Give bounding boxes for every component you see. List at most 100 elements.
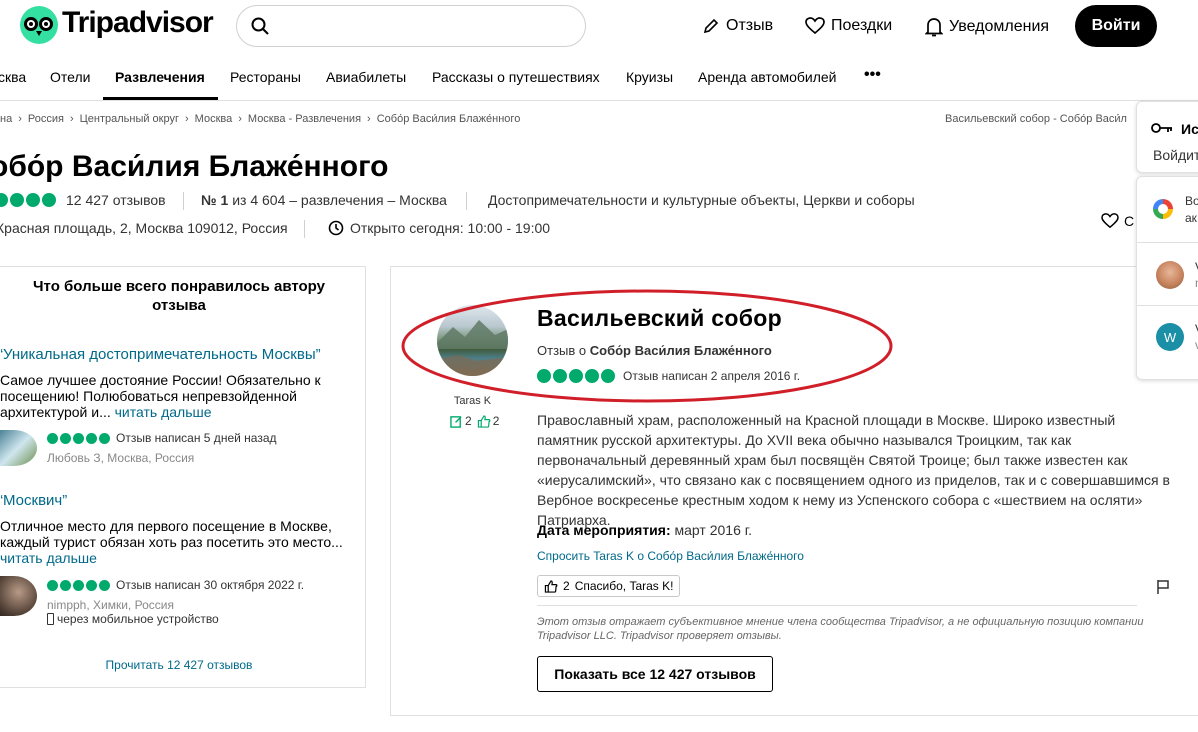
address[interactable]: Красная площадь, 2, Москва 109012, Росси… [0, 220, 288, 236]
mountain-photo-icon [437, 320, 508, 376]
reviewer-name[interactable]: Taras K [437, 395, 508, 407]
breadcrumb-item[interactable]: Москва [195, 113, 233, 125]
divider [1137, 242, 1198, 243]
breadcrumb-item[interactable]: Собо́р Васи́лия Блаже́нного [377, 113, 521, 125]
breadcrumb-right: Васильевский собор - Собо́р Васи́л [945, 113, 1127, 125]
heart-icon [805, 17, 825, 35]
google-line-1: Во [1185, 194, 1198, 208]
review-about-prefix: Отзыв о [537, 343, 587, 358]
nav-item-travel-stories[interactable]: Рассказы о путешествиях [432, 69, 600, 85]
device-text: через мобильное устройство [57, 612, 219, 626]
avatar[interactable] [0, 430, 37, 466]
chevron-right-icon: › [238, 113, 242, 125]
pencil-icon [703, 18, 719, 34]
popup-title: Ис [1181, 121, 1198, 137]
divider [1137, 305, 1198, 306]
rating-bubbles-icon [537, 369, 615, 383]
nav-item-hotels[interactable]: Отели [50, 69, 90, 85]
thanks-button[interactable]: 2 Спасибо, Taras K! [537, 575, 681, 597]
ask-reviewer-link[interactable]: Спросить Taras K о Собо́р Васи́лия Блаже… [537, 549, 804, 563]
chevron-right-icon: › [18, 113, 22, 125]
nav-item-flights[interactable]: Авиабилеты [326, 69, 406, 85]
reviewer-avatar[interactable] [437, 305, 508, 376]
reviews-count[interactable]: 12 427 отзывов [66, 192, 166, 208]
review-author[interactable]: nimpph, Химки, Россия [47, 598, 174, 612]
helpful-count: 2 [492, 414, 500, 428]
breadcrumb: на › Россия › Центральный округ › Москва › М… [0, 113, 520, 125]
account-chooser-popup: Во ак V n W V v [1136, 176, 1198, 380]
review-quote-title[interactable]: “Москвич” [0, 492, 67, 509]
trips-link[interactable]: Поездки [805, 17, 892, 35]
avatar[interactable]: W [1156, 323, 1184, 351]
clock-icon [328, 220, 344, 236]
read-more-link[interactable]: читать дальше [0, 550, 97, 566]
notifications-link[interactable]: Уведомления [925, 17, 1049, 37]
breadcrumb-item[interactable]: Москва - Развлечения [248, 113, 361, 125]
search-input[interactable] [236, 5, 586, 47]
snippet-text: Отличное место для первого посещение в М… [0, 518, 343, 550]
thanks-label: Спасибо, Taras K! [574, 579, 674, 593]
breadcrumb-item[interactable]: Центральный округ [80, 113, 179, 125]
mobile-icon [47, 613, 54, 625]
more-icon[interactable]: ••• [864, 66, 881, 84]
review-date: Отзыв написан 30 октября 2022 г. [116, 578, 305, 592]
google-line-2: ак [1185, 211, 1197, 225]
login-button[interactable]: Войти [1075, 5, 1157, 47]
breadcrumb-item[interactable]: на [0, 113, 12, 125]
divider [537, 605, 1137, 606]
write-review-link[interactable]: Отзыв [702, 17, 773, 35]
review-about-place[interactable]: Собо́р Васи́лия Блаже́нного [590, 343, 772, 358]
review-snippet: Отличное место для первого посещение в М… [0, 518, 345, 566]
show-all-reviews-button[interactable]: Показать все 12 427 отзывов [537, 656, 773, 692]
save-button[interactable]: С [1101, 213, 1134, 229]
breadcrumb-item[interactable]: Россия [28, 113, 64, 125]
page-title: обо́р Васи́лия Блаже́нного [0, 150, 389, 183]
contributions-icon [450, 415, 462, 428]
trips-label: Поездки [831, 17, 893, 34]
read-all-reviews-link[interactable]: Прочитать 12 427 отзывов [0, 658, 367, 672]
nav-item-restaurants[interactable]: Рестораны [230, 69, 301, 85]
review-quote-title[interactable]: “Уникальная достопримечательность Москвы… [0, 346, 321, 363]
hours-text: Открыто сегодня: 10:00 - 19:00 [350, 220, 551, 236]
rating-bubbles-icon [0, 193, 56, 207]
nav-item-moscow[interactable]: сква [0, 69, 26, 85]
google-signin-text[interactable]: Во ак [1185, 193, 1198, 227]
nav-item-cruises[interactable]: Круизы [626, 69, 673, 85]
nav-item-entertainment[interactable]: Развлечения [115, 69, 205, 85]
review-about: Отзыв о Собо́р Васи́лия Блаже́нного [537, 343, 772, 358]
review-disclaimer: Этот отзыв отражает субъективное мнение … [537, 616, 1144, 642]
review-date: Отзыв написан 2 апреля 2016 г. [623, 369, 801, 383]
divider [183, 192, 184, 210]
avatar[interactable] [1156, 261, 1184, 289]
chevron-right-icon: › [69, 113, 74, 125]
bell-icon [925, 18, 943, 37]
divider [304, 220, 305, 238]
review-date: Отзыв написан 5 дней назад [116, 431, 277, 445]
chevron-right-icon: › [367, 113, 371, 125]
rating-summary[interactable]: 12 427 отзывов [0, 192, 166, 208]
ranking[interactable]: № 1 из 4 604 – развлечения – Москва [201, 192, 447, 208]
review-meta: Отзыв написан 5 дней назад [47, 431, 277, 445]
opening-hours[interactable]: Открыто сегодня: 10:00 - 19:00 [328, 220, 550, 236]
review-snippet: Самое лучшее достояние России! Обязатель… [0, 372, 345, 420]
thumbs-up-icon [477, 414, 491, 428]
contributions-count: 2 [465, 414, 472, 428]
avatar[interactable] [0, 576, 37, 616]
divider [466, 192, 467, 210]
flag-icon[interactable] [1156, 579, 1170, 595]
event-date-value: март 2016 г. [674, 522, 753, 538]
event-date: Дата мероприятия: март 2016 г. [537, 522, 752, 538]
rank-text: из 4 604 – развлечения – Москва [232, 192, 447, 208]
tripadvisor-logo-icon[interactable] [20, 6, 58, 44]
review-author[interactable]: Любовь З, Москва, Россия [47, 451, 194, 465]
review-title[interactable]: Васильевский собор [537, 305, 782, 332]
save-label: С [1124, 213, 1135, 229]
nav-item-car-rental[interactable]: Аренда автомобилей [698, 69, 836, 85]
read-more-link[interactable]: читать дальше [115, 404, 212, 420]
logo-text[interactable]: Tripadvisor [62, 6, 214, 40]
thanks-count: 2 [563, 579, 570, 593]
notifications-label: Уведомления [949, 18, 1050, 35]
heart-icon [1101, 213, 1119, 229]
review-meta: Отзыв написан 30 октября 2022 г. [47, 578, 304, 592]
categories[interactable]: Достопримечательности и культурные объек… [488, 192, 915, 208]
